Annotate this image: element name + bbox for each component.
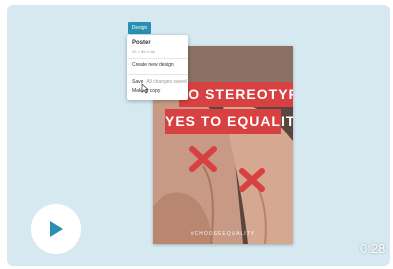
menu-divider	[127, 58, 188, 59]
menu-divider	[127, 74, 188, 75]
play-icon	[50, 221, 63, 237]
video-duration: 0:28	[360, 241, 386, 256]
red-x-mark-icon	[239, 168, 265, 192]
file-menu: Poster 42 × 59.4 cm Create new design Sa…	[127, 35, 188, 100]
video-card[interactable]: TO STEREOTYPES YES TO EQUALITY #CHOOSEEQ…	[7, 5, 390, 266]
poster-hashtag: #CHOOSEEQUALITY	[190, 231, 256, 237]
red-x-mark-icon	[189, 146, 217, 172]
poster-headline-2: YES TO EQUALITY	[165, 109, 293, 134]
save-status-text: All changes saved	[146, 79, 187, 85]
menu-title: Poster	[132, 40, 151, 46]
mouse-cursor-icon	[141, 83, 149, 94]
menu-item-create-new[interactable]: Create new design	[132, 62, 174, 68]
design-tag[interactable]: Design	[128, 22, 151, 34]
poster-headline-1: TO STEREOTYPES	[179, 82, 293, 107]
play-button[interactable]	[31, 204, 81, 254]
menu-subtitle: 42 × 59.4 cm	[132, 49, 156, 54]
